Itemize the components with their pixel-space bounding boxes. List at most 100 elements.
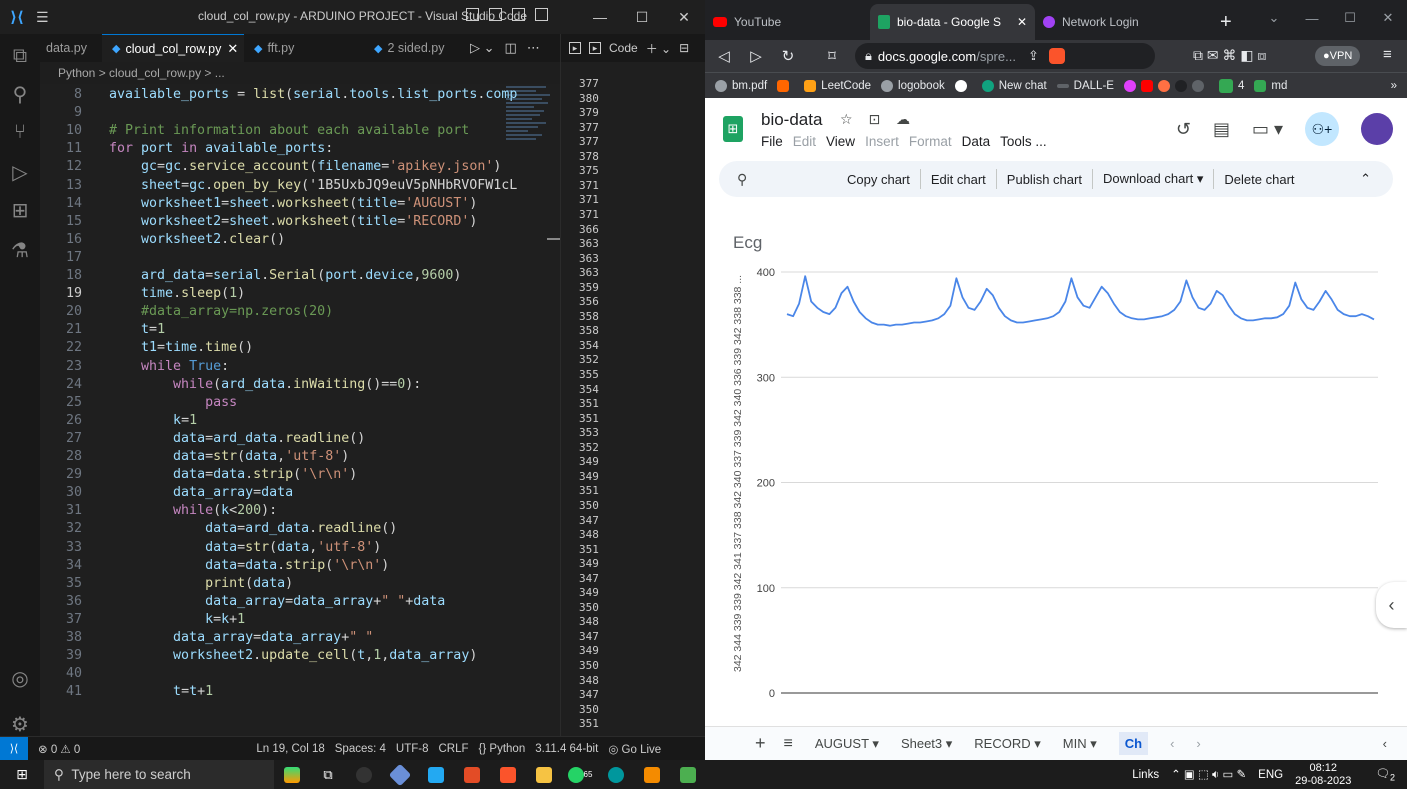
- code-line[interactable]: 12 gc=gc.service_account(filename='apike…: [40, 158, 560, 176]
- sheet-tab-sheet3[interactable]: Sheet3 ▾: [901, 736, 952, 752]
- code-line[interactable]: 22 t1=time.time(): [40, 339, 560, 357]
- version-history-icon[interactable]: ↺: [1176, 119, 1191, 140]
- app-icon[interactable]: [382, 760, 418, 789]
- copy-chart-button[interactable]: Copy chart: [837, 172, 920, 187]
- customize-layout-icon[interactable]: [535, 8, 548, 21]
- vlc-icon[interactable]: [634, 760, 670, 789]
- sheets-logo-icon[interactable]: ⊞: [723, 116, 743, 142]
- edit-chart-button[interactable]: Edit chart: [921, 172, 996, 187]
- brave-shields-icon[interactable]: [1048, 48, 1065, 64]
- vpn-button[interactable]: ● VPN: [1315, 46, 1361, 66]
- tab-cloud-col-row-py[interactable]: ◆ cloud_col_row.py ✕: [102, 34, 244, 62]
- menu-item-data[interactable]: Data: [962, 134, 991, 149]
- ecg-chart[interactable]: Ecg 0 100 200 300 400 342 344 339 339 342 341 …: [705, 200, 1407, 726]
- delete-chart-button[interactable]: Delete chart: [1214, 172, 1304, 187]
- widgets-icon[interactable]: [274, 760, 310, 789]
- code-line[interactable]: 29 data=data.strip('\r\n'): [40, 466, 560, 484]
- bookmark-y[interactable]: [777, 79, 794, 92]
- accounts-icon[interactable]: ◎: [6, 664, 34, 692]
- bookmark-logobook[interactable]: logobook: [881, 79, 945, 92]
- code-line[interactable]: 32 data=ard_data.readline(): [40, 520, 560, 538]
- explore-toggle-icon[interactable]: ‹: [1383, 736, 1387, 751]
- source-control-icon[interactable]: ⑂: [6, 118, 34, 146]
- tab-close-icon[interactable]: ✕: [1017, 15, 1027, 29]
- close-icon[interactable]: ✕: [1369, 0, 1407, 36]
- notifications-icon[interactable]: 🗨︎2: [1375, 766, 1395, 782]
- code-line[interactable]: 34 data=data.strip('\r\n'): [40, 557, 560, 575]
- windows-start-icon[interactable]: ⊞: [0, 766, 44, 783]
- minimize-icon[interactable]: —: [579, 0, 621, 34]
- code-line[interactable]: 24 while(ard_data.inWaiting()==0):: [40, 376, 560, 394]
- code-line[interactable]: 27 data=ard_data.readline(): [40, 430, 560, 448]
- breadcrumb[interactable]: Python > cloud_col_row.py > ...: [40, 62, 560, 84]
- code-line[interactable]: 39 worksheet2.update_cell(t,1,data_array…: [40, 647, 560, 665]
- sheet-tab-august[interactable]: AUGUST ▾: [815, 736, 879, 752]
- arduino-icon[interactable]: [598, 760, 634, 789]
- sheet-tab-min[interactable]: MIN ▾: [1063, 736, 1097, 752]
- menu-icon[interactable]: ≡: [1383, 46, 1392, 63]
- run-file-icon[interactable]: ▷ ⌄: [470, 40, 495, 56]
- run-debug-icon[interactable]: ▷: [6, 158, 34, 186]
- language-indicator[interactable]: ENG: [1258, 769, 1283, 781]
- code-line[interactable]: 8 available_ports = list(serial.tools.lis…: [40, 86, 560, 104]
- bookmark-md[interactable]: md: [1254, 79, 1287, 92]
- code-line[interactable]: 40: [40, 665, 560, 683]
- clock[interactable]: 08:12 29-08-2023: [1295, 762, 1363, 788]
- menu-item-file[interactable]: File: [761, 134, 783, 149]
- star-move-cloud-icons[interactable]: ☆ ⊡ ☁: [840, 111, 916, 128]
- code-line[interactable]: 15 worksheet2=sheet.worksheet(title='REC…: [40, 213, 560, 231]
- menu-item-format[interactable]: Format: [909, 134, 952, 149]
- extensions-icon[interactable]: ⧉ ✉ ⌘ ◧ ⧈: [1193, 47, 1266, 64]
- tab-2-sided-py[interactable]: ◆ 2 sided.py: [364, 34, 474, 62]
- code-line[interactable]: 20 #data_array=np.zeros(20): [40, 303, 560, 321]
- close-icon[interactable]: ✕: [663, 0, 705, 34]
- code-line[interactable]: 25 pass: [40, 394, 560, 412]
- maximize-icon[interactable]: ☐: [621, 0, 663, 34]
- new-terminal-icon[interactable]: ＋ ⌄: [646, 40, 671, 57]
- problems-count[interactable]: ⊗ 0 ⚠ 0: [38, 742, 80, 756]
- code-line[interactable]: 41 t=t+1: [40, 683, 560, 701]
- share-button[interactable]: ⚇+: [1305, 112, 1339, 146]
- scroll-tabs-right-icon[interactable]: ›: [1196, 736, 1200, 751]
- minimize-icon[interactable]: —: [1293, 0, 1331, 36]
- avatar[interactable]: [1361, 113, 1393, 145]
- bookmark-misc[interactable]: [1123, 79, 1209, 92]
- brave-taskbar-icon[interactable]: [490, 760, 526, 789]
- search-icon[interactable]: ⚲: [6, 80, 34, 108]
- publish-chart-button[interactable]: Publish chart: [997, 172, 1092, 187]
- collapse-toolbar-icon[interactable]: ⌃: [1360, 171, 1371, 187]
- split-panel-icon[interactable]: ⊟: [679, 41, 689, 55]
- code-line[interactable]: 14 worksheet1=sheet.worksheet(title='AUG…: [40, 195, 560, 213]
- go-live-button[interactable]: ◎ Go Live: [608, 742, 661, 756]
- bookmark-leetcode[interactable]: LeetCode: [804, 79, 871, 92]
- vscode-taskbar-icon[interactable]: [418, 760, 454, 789]
- cursor-position[interactable]: Ln 19, Col 18: [256, 743, 324, 755]
- browser-tab-network-login[interactable]: Network Login: [1035, 4, 1200, 40]
- scroll-tabs-left-icon[interactable]: ‹: [1170, 736, 1174, 751]
- sheet-tab-record[interactable]: RECORD ▾: [974, 736, 1040, 752]
- indentation[interactable]: Spaces: 4: [335, 743, 386, 755]
- tab-search-icon[interactable]: ⌄: [1255, 0, 1293, 36]
- sheet-tab-ch[interactable]: Ch: [1118, 732, 1149, 755]
- code-line[interactable]: 30 data_array=data: [40, 484, 560, 502]
- more-actions-icon[interactable]: ⋯: [527, 40, 540, 56]
- meet-icon[interactable]: ▭ ▾: [1252, 119, 1283, 140]
- menu-item-insert[interactable]: Insert: [865, 134, 899, 149]
- search-menus-icon[interactable]: ⚲: [737, 171, 837, 188]
- remote-icon[interactable]: ⟩⟨: [0, 736, 28, 761]
- settings-gear-icon[interactable]: ⚙: [6, 710, 34, 738]
- menu-item-edit[interactable]: Edit: [793, 134, 816, 149]
- app-icon[interactable]: [670, 760, 706, 789]
- code-line[interactable]: 33 data=str(data,'utf-8'): [40, 539, 560, 557]
- code-line[interactable]: 11 for port in available_ports:: [40, 140, 560, 158]
- download-chart-button[interactable]: Download chart ▾: [1093, 171, 1213, 187]
- code-line[interactable]: 35 print(data): [40, 575, 560, 593]
- encoding[interactable]: UTF-8: [396, 743, 429, 755]
- bookmark-github[interactable]: [954, 79, 972, 92]
- bookmark-4[interactable]: 4: [1218, 78, 1244, 93]
- forward-icon[interactable]: ▷: [743, 47, 769, 65]
- explorer-icon[interactable]: ⧉: [6, 42, 34, 70]
- panel-label[interactable]: Code: [609, 41, 638, 55]
- language-mode[interactable]: {} Python: [479, 743, 526, 755]
- testing-icon[interactable]: ⚗: [6, 236, 34, 264]
